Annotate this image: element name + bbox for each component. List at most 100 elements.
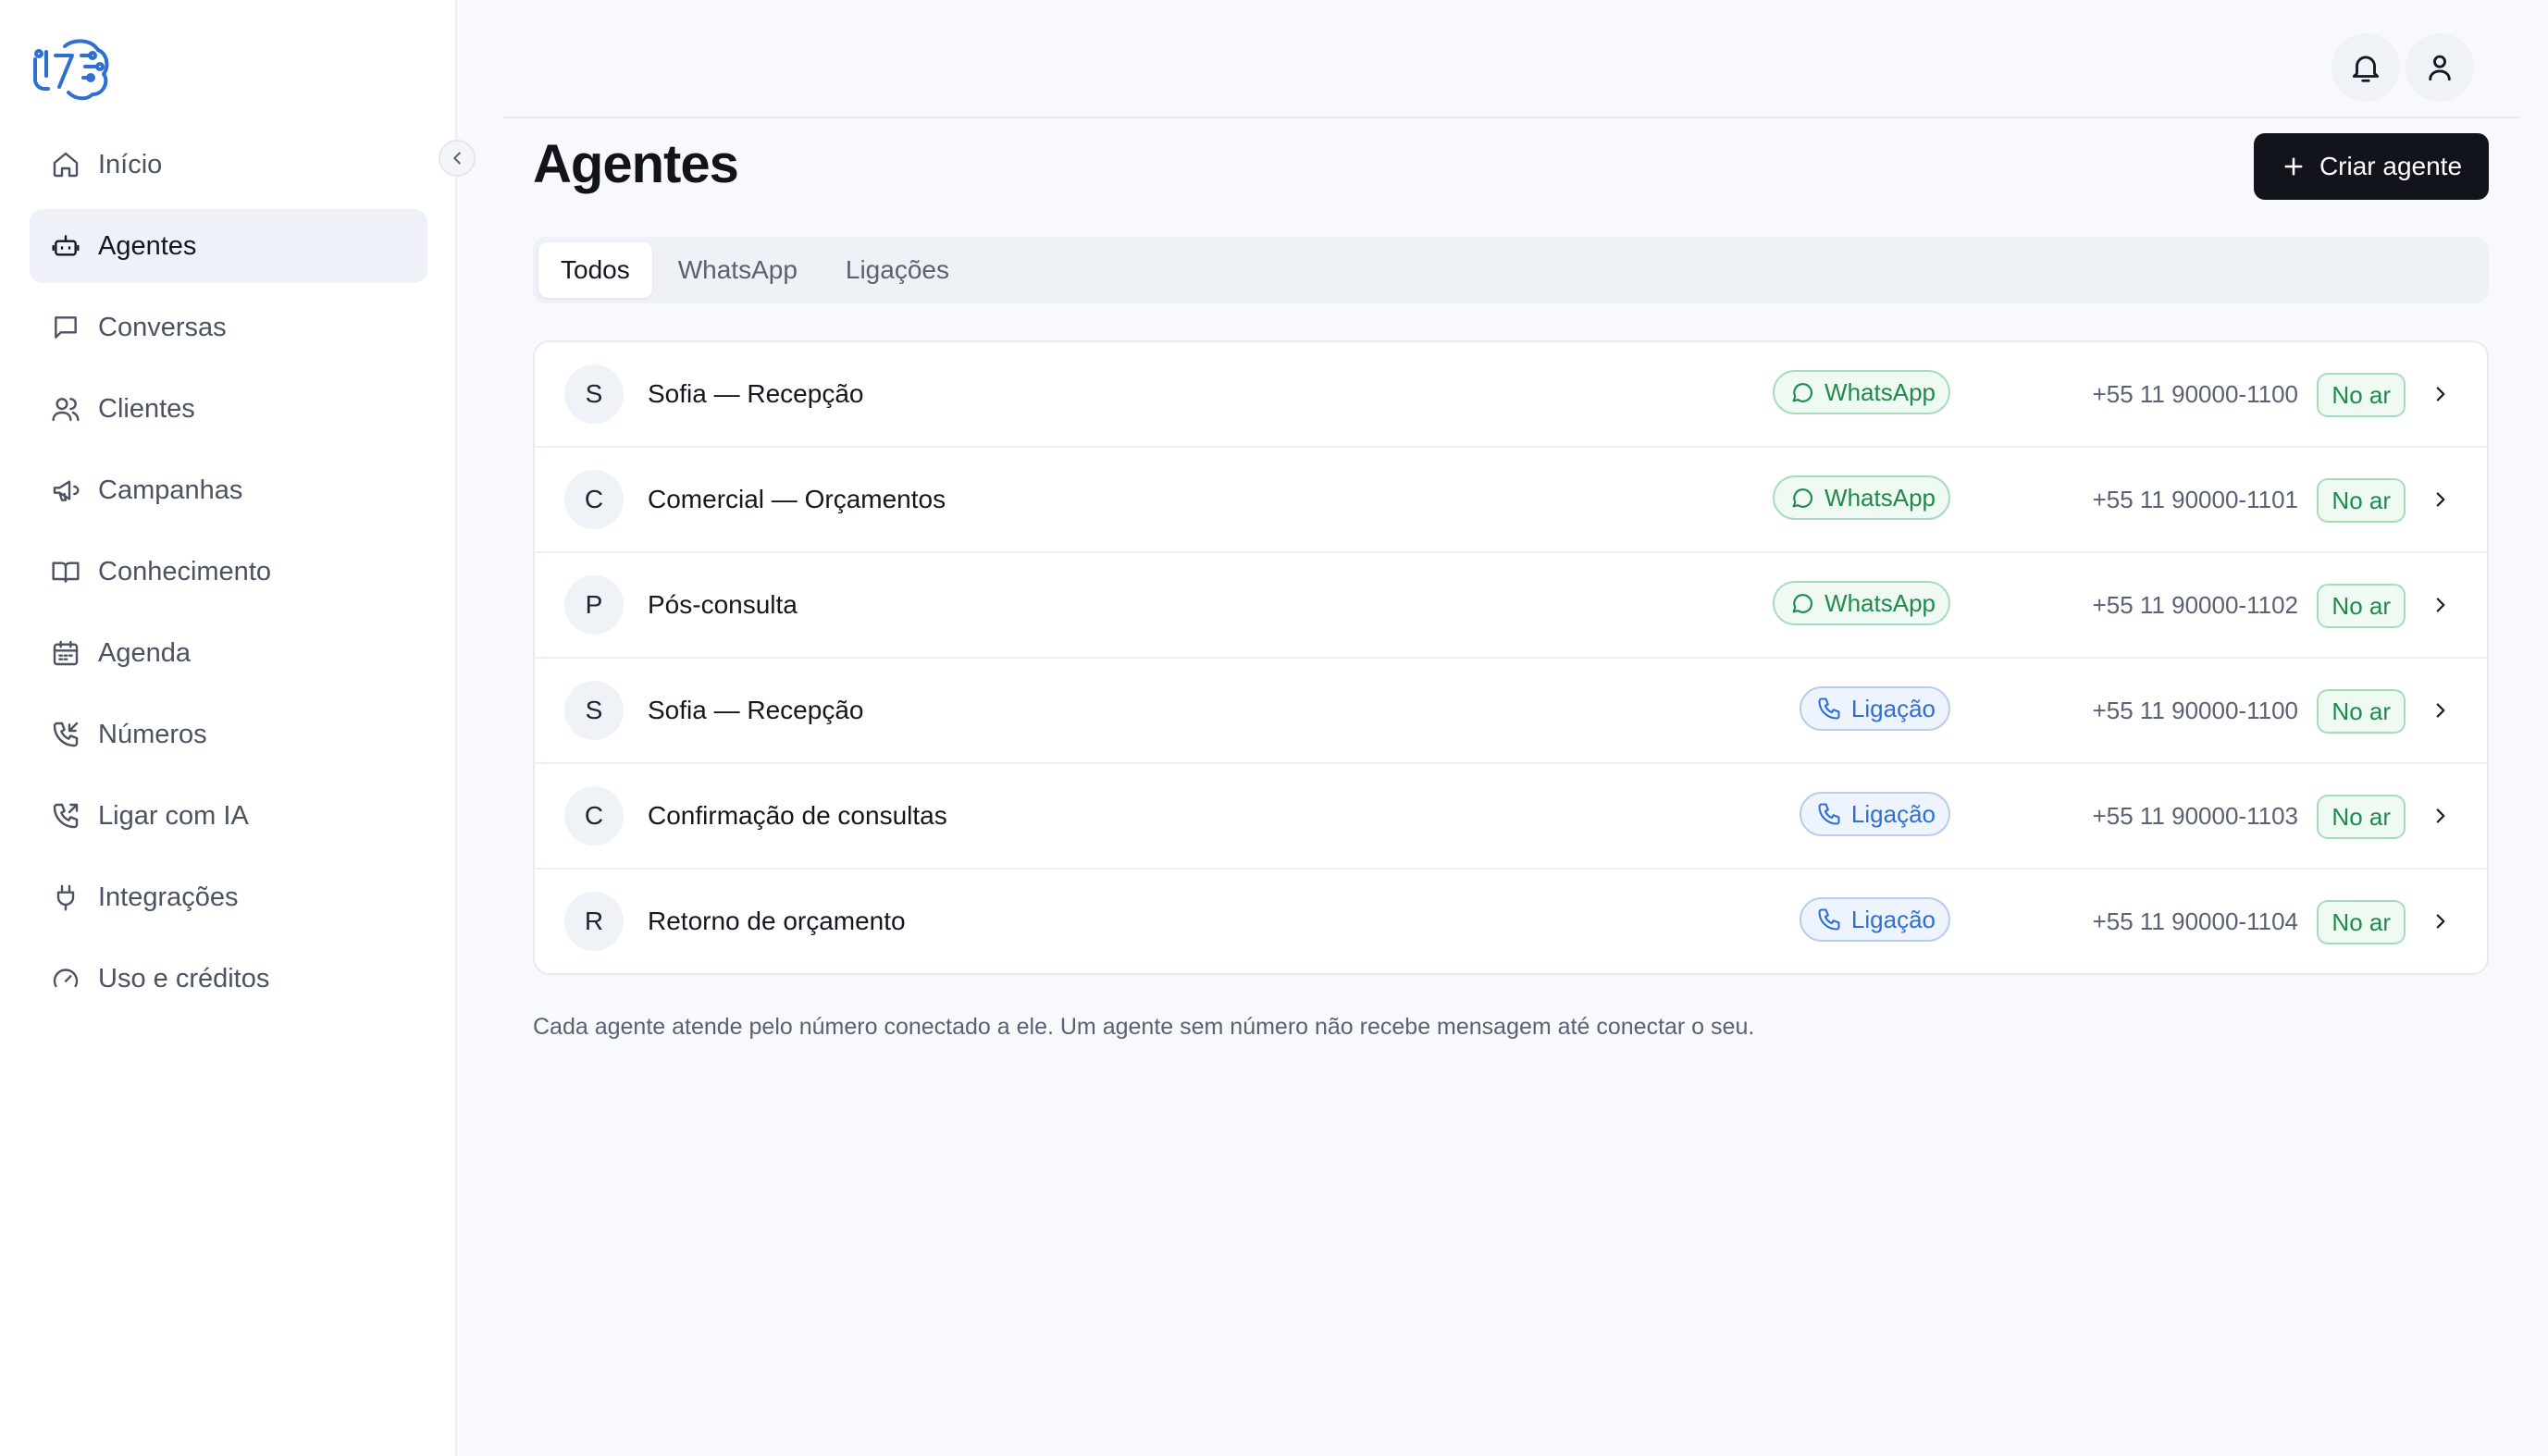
sidebar-item-agenda[interactable]: Agenda: [30, 616, 427, 690]
channel-badge: WhatsApp: [1773, 370, 1950, 414]
home-icon: [50, 149, 81, 180]
status-badge: No ar: [2317, 584, 2406, 628]
agent-row[interactable]: P Pós-consulta WhatsApp +55 11 90000-110…: [535, 553, 2487, 659]
agent-phone: +55 11 90000-1102: [2092, 590, 2298, 619]
whatsapp-icon: [1792, 383, 1813, 402]
brain-logo-icon[interactable]: [28, 33, 113, 102]
agent-avatar: R: [564, 892, 624, 951]
whatsapp-icon: [1792, 594, 1813, 613]
create-agent-label: Criar agente: [2319, 152, 2463, 180]
sidebar-item-uso-e-creditos[interactable]: Uso e créditos: [30, 942, 427, 1016]
user-icon: [2422, 50, 2457, 85]
profile-button[interactable]: [2406, 33, 2474, 102]
status-badge: No ar: [2317, 900, 2406, 944]
agent-phone: +55 11 90000-1101: [2092, 485, 2298, 513]
sidebar-item-numeros[interactable]: Números: [30, 697, 427, 771]
tab-whatsapp[interactable]: WhatsApp: [656, 242, 820, 298]
sidebar-item-campanhas[interactable]: Campanhas: [30, 453, 427, 527]
sidebar-collapse-button[interactable]: [439, 140, 476, 177]
agent-phone: +55 11 90000-1103: [2092, 801, 2298, 830]
book-icon: [50, 556, 81, 587]
agent-avatar: P: [564, 575, 624, 635]
sidebar-item-label: Conversas: [98, 312, 227, 342]
agent-row[interactable]: C Confirmação de consultas Ligação +55 1…: [535, 764, 2487, 870]
agent-name: Comercial — Orçamentos: [648, 485, 946, 513]
agent-phone: +55 11 90000-1104: [2092, 907, 2298, 935]
phone-outgoing-icon: [50, 800, 81, 832]
agent-row[interactable]: R Retorno de orçamento Ligação +55 11 90…: [535, 870, 2487, 973]
status-badge: No ar: [2317, 689, 2406, 734]
status-badge: No ar: [2317, 795, 2406, 839]
channel-label: Ligação: [1850, 905, 1936, 933]
sidebar-item-label: Números: [98, 719, 207, 749]
whatsapp-icon: [1792, 488, 1813, 508]
agent-name: Retorno de orçamento: [648, 907, 906, 935]
sidebar-item-conversas[interactable]: Conversas: [30, 290, 427, 364]
header-divider: [503, 117, 2520, 118]
sidebar-item-agentes[interactable]: Agentes: [30, 209, 427, 283]
sidebar-item-conhecimento[interactable]: Conhecimento: [30, 535, 427, 609]
chevron-left-icon: [447, 148, 467, 168]
agent-avatar: S: [564, 681, 624, 740]
tab-todos[interactable]: Todos: [538, 242, 652, 298]
chevron-right-icon[interactable]: [2426, 801, 2455, 831]
phone-icon: [1818, 908, 1840, 931]
agents-list: S Sofia — Recepção WhatsApp +55 11 90000…: [533, 340, 2489, 975]
chevron-right-icon[interactable]: [2426, 379, 2455, 409]
channel-label: Ligação: [1850, 799, 1936, 828]
sidebar-item-label: Integrações: [98, 882, 239, 912]
channel-badge: Ligação: [1799, 686, 1950, 731]
plug-icon: [50, 882, 81, 913]
agent-row[interactable]: S Sofia — Recepção WhatsApp +55 11 90000…: [535, 342, 2487, 448]
notifications-button[interactable]: [2332, 33, 2400, 102]
agent-avatar: C: [564, 470, 624, 529]
bell-icon: [2348, 50, 2383, 85]
sidebar-nav: Início Agentes Conversas Clientes Campan…: [30, 128, 427, 1023]
agent-avatar: C: [564, 786, 624, 845]
channel-tabs: Todos WhatsApp Ligações: [533, 237, 2489, 303]
agent-avatar: S: [564, 364, 624, 424]
sidebar-item-integracoes[interactable]: Integrações: [30, 860, 427, 934]
status-badge: No ar: [2317, 478, 2406, 523]
create-agent-button[interactable]: Criar agente: [2254, 133, 2489, 200]
status-badge: No ar: [2317, 373, 2406, 417]
calendar-icon: [50, 637, 81, 669]
chevron-right-icon[interactable]: [2426, 696, 2455, 725]
chevron-right-icon[interactable]: [2426, 907, 2455, 936]
sidebar-item-inicio[interactable]: Início: [30, 128, 427, 202]
channel-badge: WhatsApp: [1773, 475, 1950, 520]
chevron-right-icon[interactable]: [2426, 590, 2455, 620]
tab-ligacoes[interactable]: Ligações: [823, 242, 971, 298]
sidebar-item-label: Conhecimento: [98, 556, 271, 586]
channel-badge: WhatsApp: [1773, 581, 1950, 625]
plus-icon: [2281, 154, 2307, 179]
phone-icon: [1818, 803, 1840, 825]
channel-label: WhatsApp: [1824, 483, 1936, 512]
sidebar-item-ligar-com-ia[interactable]: Ligar com IA: [30, 779, 427, 853]
channel-label: WhatsApp: [1824, 588, 1936, 617]
agent-name: Pós-consulta: [648, 590, 798, 619]
megaphone-icon: [50, 475, 81, 506]
agent-phone: +55 11 90000-1100: [2092, 696, 2298, 724]
channel-label: WhatsApp: [1824, 377, 1936, 406]
sidebar-item-label: Ligar com IA: [98, 800, 249, 831]
phone-icon: [1818, 697, 1840, 720]
agent-name: Sofia — Recepção: [648, 696, 864, 724]
channel-badge: Ligação: [1799, 897, 1950, 942]
sidebar-item-label: Clientes: [98, 393, 195, 424]
sidebar-item-label: Agenda: [98, 637, 191, 668]
chevron-right-icon[interactable]: [2426, 485, 2455, 514]
sidebar: Início Agentes Conversas Clientes Campan…: [0, 0, 457, 1456]
sidebar-item-label: Agentes: [98, 230, 197, 261]
users-icon: [50, 393, 81, 425]
bot-icon: [50, 230, 81, 262]
sidebar-item-label: Início: [98, 149, 163, 179]
agent-row[interactable]: S Sofia — Recepção Ligação +55 11 90000-…: [535, 659, 2487, 764]
gauge-icon: [50, 963, 81, 994]
channel-badge: Ligação: [1799, 792, 1950, 836]
agent-row[interactable]: C Comercial — Orçamentos WhatsApp +55 11…: [535, 448, 2487, 553]
sidebar-item-label: Campanhas: [98, 475, 243, 505]
sidebar-item-clientes[interactable]: Clientes: [30, 372, 427, 446]
footnote: Cada agente atende pelo número conectado…: [533, 1014, 1755, 1040]
sidebar-item-label: Uso e créditos: [98, 963, 270, 993]
